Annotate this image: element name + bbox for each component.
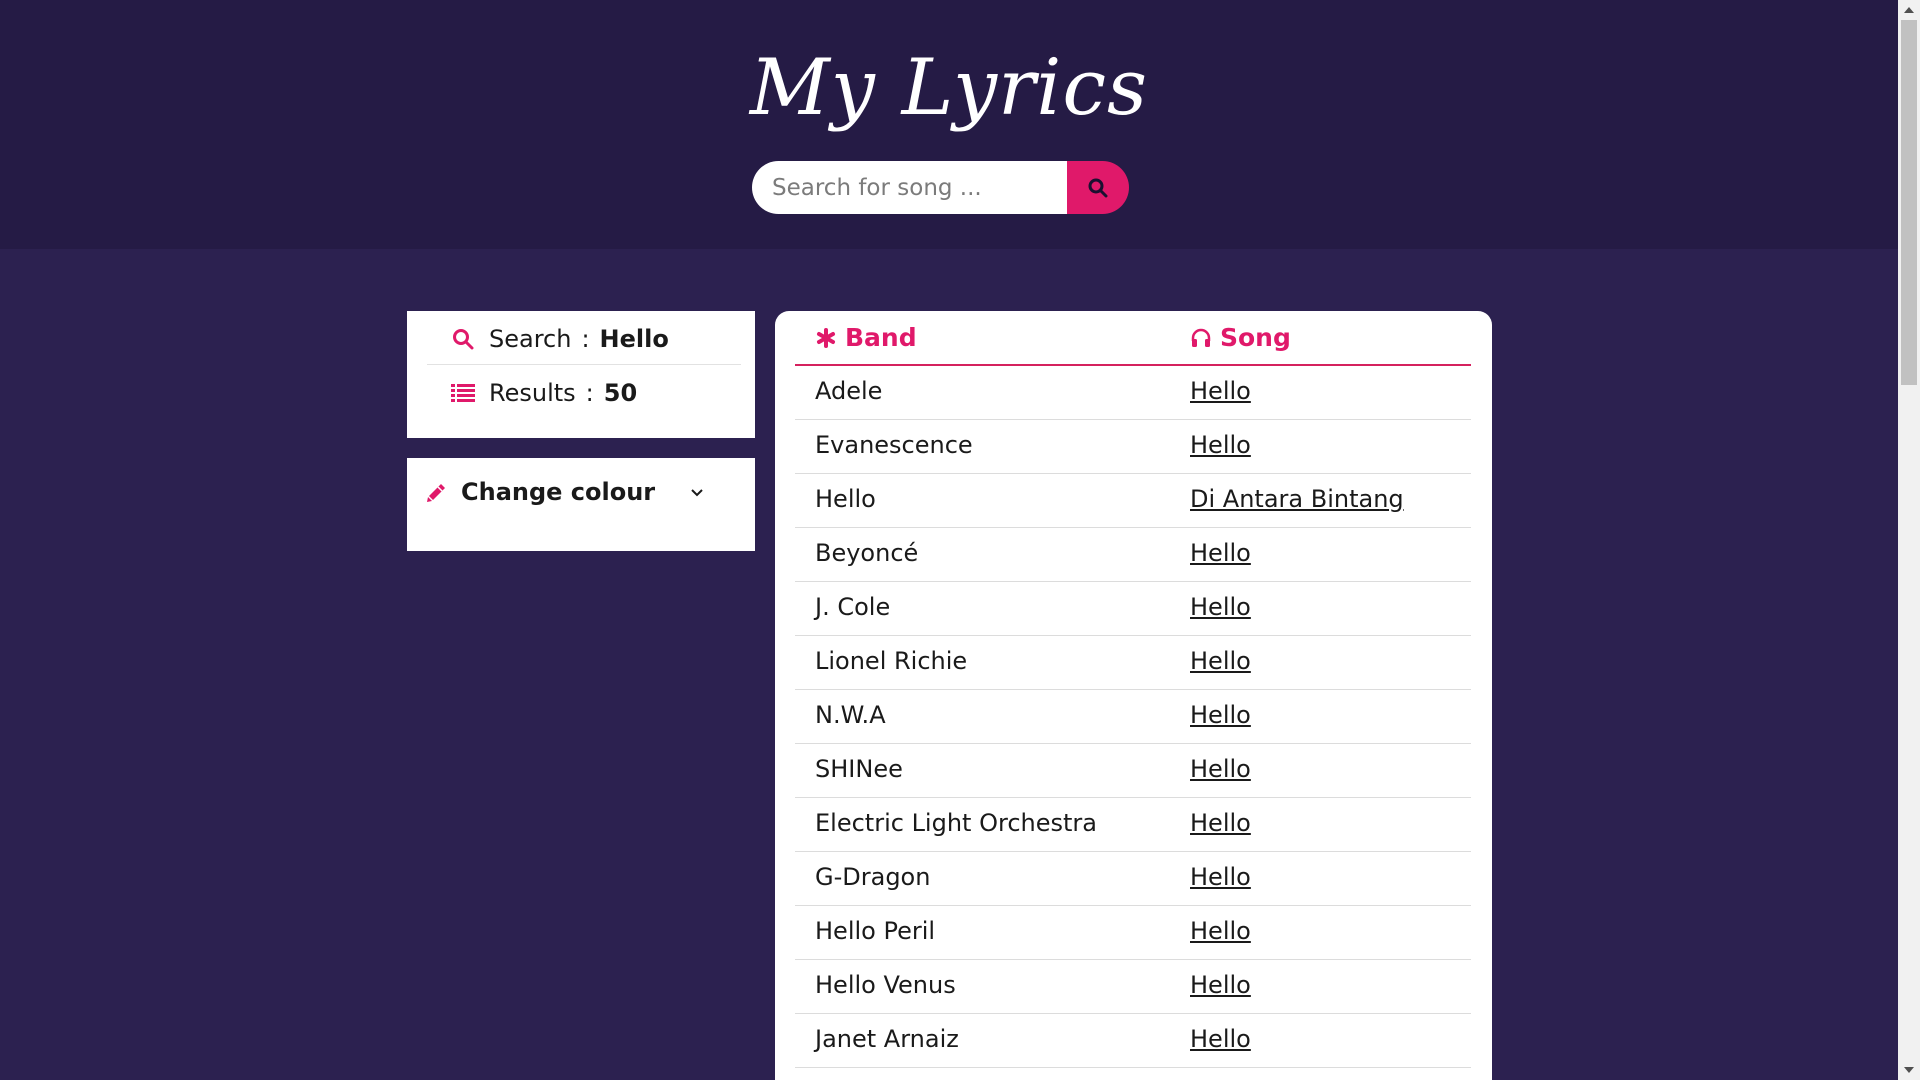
site-logo[interactable]: My Lyrics — [0, 28, 1898, 148]
table-row: Hello Venus Hello — [795, 960, 1471, 1014]
band-cell: Janet Arnaiz — [815, 1025, 959, 1053]
band-cell: Lionel Richie — [815, 647, 968, 675]
search-bar — [752, 161, 1129, 214]
header: My Lyrics — [0, 0, 1898, 249]
results-count: 50 — [603, 379, 638, 407]
band-cell: Evanescence — [815, 431, 973, 459]
search-button[interactable] — [1067, 161, 1129, 214]
table-row: Lionel Richie Hello — [795, 636, 1471, 690]
song-column-header: Song — [1190, 323, 1291, 352]
list-icon — [451, 381, 475, 405]
headphones-icon — [1190, 327, 1212, 349]
table-row: J. Cole Hello — [795, 582, 1471, 636]
table-row: Electric Light Orchestra Hello — [795, 798, 1471, 852]
table-body: Adele Hello Evanescence Hello Hello Di A… — [795, 366, 1471, 1080]
scroll-up-arrow-icon[interactable] — [1898, 0, 1920, 20]
song-link[interactable]: Hello — [1190, 431, 1251, 459]
chevron-down-icon[interactable] — [687, 482, 707, 502]
table-row: Evanescence Hello — [795, 420, 1471, 474]
band-cell: N.W.A — [815, 701, 886, 729]
results-table: Band Song Adele Hello Evanescence Hello … — [775, 311, 1492, 1080]
song-link[interactable]: Hello — [1190, 377, 1251, 405]
table-row: Adele Hello — [795, 366, 1471, 420]
band-cell: Beyoncé — [815, 539, 919, 567]
results-count-row: Results : 50 — [427, 367, 741, 419]
table-row: Hello Peril Hello — [795, 906, 1471, 960]
song-link[interactable]: Hello — [1190, 593, 1251, 621]
search-icon — [1088, 178, 1108, 197]
search-input[interactable] — [752, 161, 1067, 214]
change-colour-card: Change colour — [407, 458, 755, 551]
table-row: Janet Arnaiz Hello — [795, 1014, 1471, 1068]
band-column-header: Band — [815, 323, 917, 352]
separator: : — [585, 379, 594, 407]
table-row: N.W.A Hello — [795, 690, 1471, 744]
band-cell: SHINee — [815, 755, 903, 783]
table-row: SHINee Hello — [795, 744, 1471, 798]
search-term: Hello — [599, 324, 669, 353]
results-label: Results — [489, 379, 576, 407]
pencil-icon — [425, 480, 449, 504]
band-cell: J. Cole — [815, 593, 891, 621]
table-row: Hello Di Antara Bintang — [795, 474, 1471, 528]
song-link[interactable]: Hello — [1190, 971, 1251, 999]
band-cell: Hello Peril — [815, 917, 936, 945]
scrollbar-thumb[interactable] — [1901, 20, 1917, 385]
page: My Lyrics Search : Hello — [0, 0, 1920, 1080]
table-header: Band Song — [795, 311, 1471, 366]
song-link[interactable]: Hello — [1190, 863, 1251, 891]
table-row — [795, 1068, 1471, 1080]
song-link[interactable]: Hello — [1190, 647, 1251, 675]
song-link[interactable]: Hello — [1190, 917, 1251, 945]
band-header-label: Band — [845, 323, 917, 352]
song-header-label: Song — [1220, 323, 1291, 352]
band-cell: G-Dragon — [815, 863, 931, 891]
song-link[interactable]: Hello — [1190, 701, 1251, 729]
song-link[interactable]: Hello — [1190, 755, 1251, 783]
change-colour-toggle[interactable]: Change colour — [425, 472, 725, 512]
page-scrollbar[interactable] — [1898, 0, 1920, 1080]
band-cell: Hello Venus — [815, 971, 956, 999]
scroll-down-arrow-icon[interactable] — [1898, 1060, 1920, 1080]
band-cell: Hello — [815, 485, 876, 513]
song-link[interactable]: Di Antara Bintang — [1190, 485, 1404, 513]
table-row: Beyoncé Hello — [795, 528, 1471, 582]
band-cell: Adele — [815, 377, 883, 405]
song-link[interactable]: Hello — [1190, 809, 1251, 837]
band-cell: Electric Light Orchestra — [815, 809, 1097, 837]
search-label: Search — [489, 324, 572, 353]
change-colour-label: Change colour — [461, 478, 656, 506]
table-row: G-Dragon Hello — [795, 852, 1471, 906]
separator: : — [581, 324, 590, 353]
search-icon — [451, 327, 475, 351]
song-link[interactable]: Hello — [1190, 1025, 1251, 1053]
asterisk-icon — [815, 327, 837, 349]
search-summary-card: Search : Hello Results : 50 — [407, 311, 755, 438]
song-link[interactable]: Hello — [1190, 539, 1251, 567]
search-term-row: Search : Hello — [427, 313, 741, 365]
